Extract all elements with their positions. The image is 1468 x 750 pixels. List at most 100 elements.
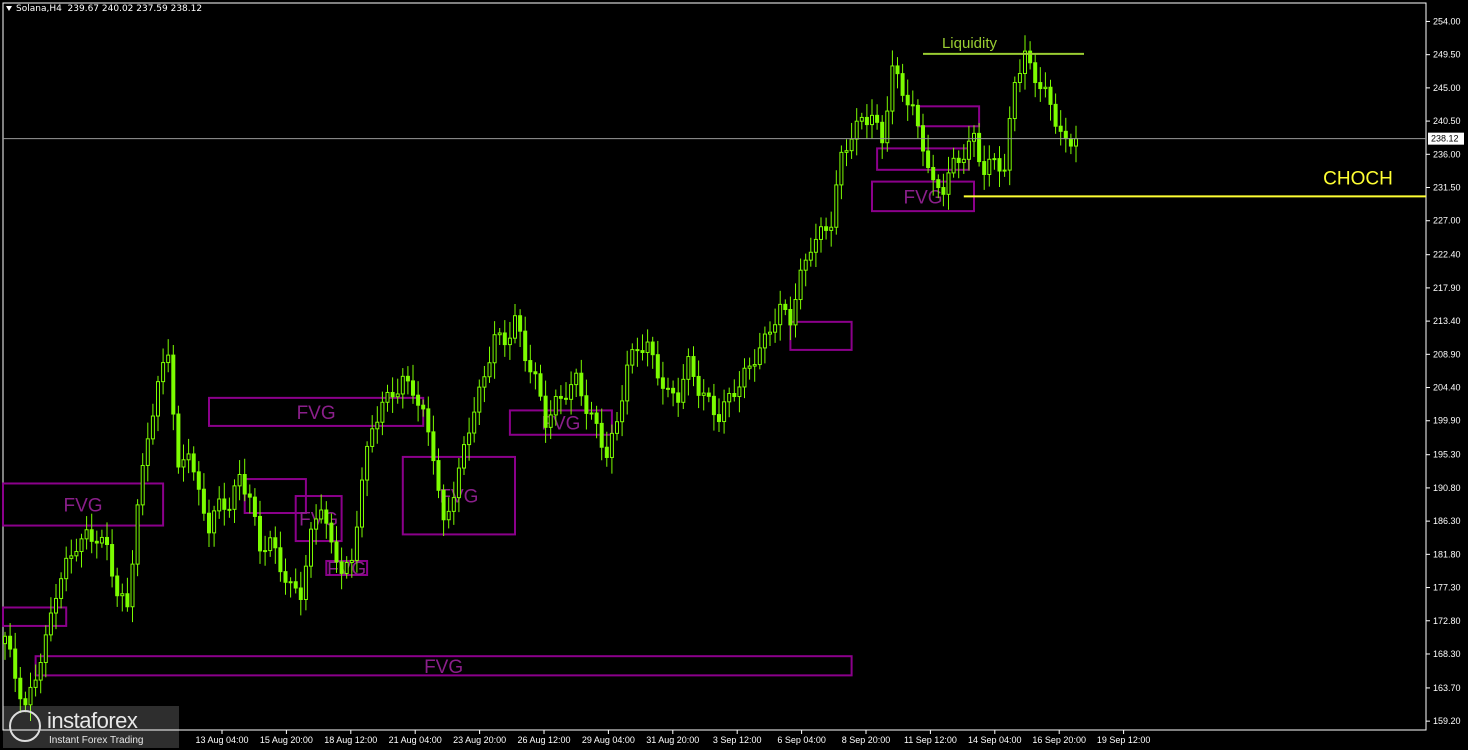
candle-body: [411, 380, 415, 396]
candle-body: [181, 459, 186, 468]
candle-body: [701, 392, 706, 396]
candle-body: [273, 537, 278, 549]
candle-body: [507, 337, 512, 346]
candle-body: [64, 557, 69, 580]
candle-body: [574, 372, 579, 386]
candle-body: [191, 453, 196, 473]
y-tick-label: 245.00: [1433, 83, 1461, 93]
candle-body: [859, 116, 864, 122]
symbol-header[interactable]: Solana,H4 239.67 240.02 237.59 238.12: [6, 4, 202, 14]
candle-body: [992, 158, 997, 161]
candle-body: [870, 114, 874, 126]
candle-body: [813, 238, 818, 253]
candle-body: [145, 438, 150, 466]
candle-body: [864, 116, 869, 126]
x-tick-label: 15 Aug 20:00: [260, 735, 313, 745]
candle-body: [456, 467, 461, 499]
x-tick-label: 31 Aug 20:00: [646, 735, 699, 745]
candle-body: [987, 158, 992, 175]
candle-body: [553, 395, 558, 416]
y-tick-label: 254.00: [1433, 16, 1461, 26]
candle-body: [365, 445, 370, 481]
candle-body: [1048, 86, 1053, 105]
y-tick-label: 217.90: [1433, 283, 1461, 293]
candle-body: [890, 65, 895, 112]
candle-body: [844, 150, 849, 153]
candle-body: [523, 330, 528, 362]
candle-body: [615, 421, 619, 434]
candle-body: [558, 395, 563, 399]
x-tick-label: 29 Aug 04:00: [582, 735, 635, 745]
fvg-zone-label: FVG: [64, 496, 103, 517]
candle-body: [1012, 82, 1017, 120]
candle-body: [130, 563, 135, 608]
candle-body: [671, 387, 676, 394]
y-tick-label: 249.50: [1433, 50, 1461, 60]
candle-body: [329, 522, 334, 543]
candle-body: [89, 529, 94, 542]
candle-body: [533, 371, 538, 375]
candle-body: [1017, 72, 1022, 84]
candle-body: [543, 395, 548, 428]
y-tick-label: 236.00: [1433, 149, 1461, 159]
instaforex-logo-icon: [9, 710, 41, 742]
candle-body: [360, 479, 364, 528]
candle-body: [324, 509, 329, 524]
x-tick-label: 23 Aug 20:00: [453, 735, 506, 745]
candle-body: [803, 259, 808, 271]
candle-body: [691, 356, 696, 377]
candle-body: [375, 421, 380, 430]
candle-body: [156, 381, 160, 417]
candle-body: [395, 393, 400, 398]
candle-body: [84, 529, 89, 540]
candle-body: [875, 114, 880, 123]
candle-body: [1002, 169, 1007, 172]
y-tick-label: 190.80: [1433, 483, 1461, 493]
candle-body: [217, 498, 222, 512]
candle-body: [38, 662, 43, 681]
candle-body: [941, 187, 946, 195]
price-chart[interactable]: FVGFVGFVGFVGFVGFVGFVGFVG CHOCHLiquidity …: [0, 0, 1468, 750]
candle-body: [788, 309, 793, 326]
candle-body: [824, 226, 829, 231]
y-tick-label: 240.50: [1433, 116, 1461, 126]
candle-body: [497, 332, 502, 336]
symbol-label: Solana,H4: [16, 4, 62, 14]
candle-body: [768, 331, 772, 335]
candle-body: [99, 536, 104, 544]
candle-body: [711, 395, 716, 416]
dropdown-triangle-icon[interactable]: [6, 6, 12, 11]
candle-body: [732, 393, 737, 398]
candle-body: [242, 474, 247, 495]
candle-body: [783, 303, 788, 311]
x-tick-label: 8 Sep 20:00: [842, 735, 891, 745]
candle-body: [762, 333, 767, 349]
candle-body: [33, 679, 38, 688]
candle-body: [518, 315, 523, 332]
candle-body: [681, 378, 686, 403]
candle-body: [982, 161, 987, 175]
candle-body: [966, 140, 971, 160]
candle-body: [676, 392, 681, 403]
candle-body: [1007, 118, 1012, 171]
candle-body: [742, 367, 747, 388]
y-tick-label: 172.80: [1433, 616, 1461, 626]
candle-body: [451, 497, 456, 512]
candle-body: [599, 422, 604, 448]
candle-body: [1058, 125, 1063, 132]
candle-body: [436, 460, 441, 491]
y-tick-label: 195.30: [1433, 450, 1461, 460]
candle-body: [666, 387, 670, 390]
candle-body: [48, 612, 53, 636]
candle-body: [258, 515, 262, 552]
candle-body: [956, 157, 961, 164]
candle-body: [74, 551, 79, 557]
candle-body: [630, 349, 635, 366]
candle-body: [660, 377, 665, 389]
candle-body: [594, 412, 599, 424]
candle-body: [441, 489, 446, 521]
candle-body: [839, 151, 844, 186]
candle-body: [609, 432, 614, 458]
candle-body: [900, 73, 905, 96]
y-tick-label: 204.40: [1433, 383, 1461, 393]
